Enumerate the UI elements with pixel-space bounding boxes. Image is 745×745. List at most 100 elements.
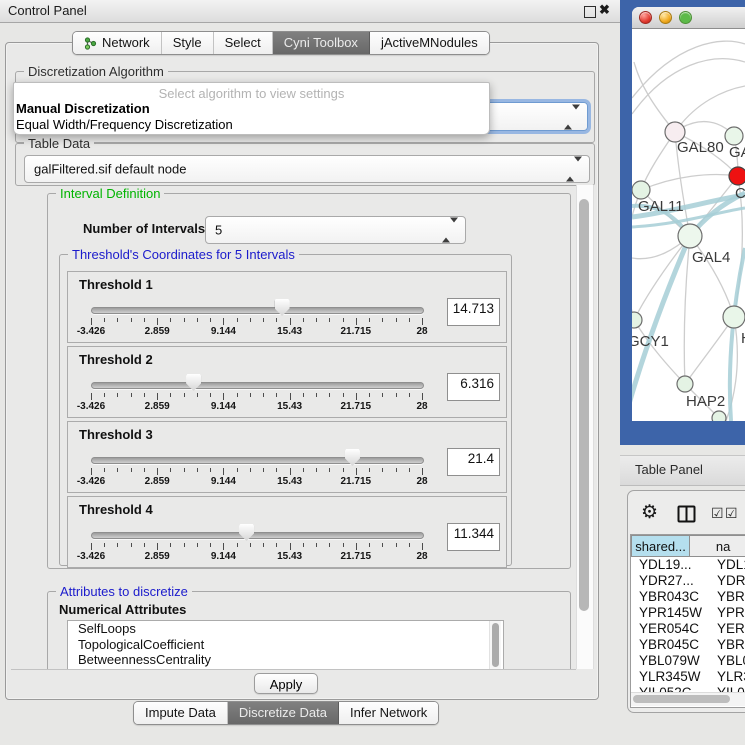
threshold-slider-track[interactable]	[91, 532, 424, 539]
table-row[interactable]: YER054CYER0	[631, 621, 745, 637]
list-item[interactable]: SelfLoops	[68, 621, 503, 637]
settings-viewport: Interval Definition Number of Intervals …	[11, 185, 576, 670]
network-node-label: H	[741, 330, 745, 347]
table-row[interactable]: YBR043CYBR0	[631, 589, 745, 605]
threshold-label: Threshold 1	[79, 277, 153, 292]
list-item[interactable]: BetweennessCentrality	[68, 652, 503, 668]
tab-impute-data[interactable]: Impute Data	[134, 702, 228, 724]
threshold-value-field[interactable]: 6.316	[447, 373, 500, 401]
group-title: Interval Definition	[56, 186, 164, 201]
table-row[interactable]: YPR145WYPR1	[631, 605, 745, 621]
network-canvas[interactable]: GAL80GACGAL11GAL4GCY1HHAP2	[632, 29, 745, 421]
table-panel-title: Table Panel	[635, 462, 703, 477]
network-node-gcy1[interactable]	[632, 312, 642, 328]
table-cell: YDR2	[707, 573, 745, 589]
threshold-slider-track[interactable]	[91, 307, 424, 314]
table-row[interactable]: YDR27...YDR2	[631, 573, 745, 589]
minimize-traffic-light[interactable]	[659, 11, 672, 24]
algorithm-option[interactable]: Manual Discretization	[14, 101, 489, 117]
tab-label: jActiveMNodules	[381, 32, 478, 54]
control-panel-tab-strip: Network Style Select Cyni Toolbox jActiveMNo…	[72, 31, 490, 55]
list-scrollbar[interactable]	[489, 621, 501, 670]
float-window-icon[interactable]	[584, 6, 596, 18]
cyni-bottom-tab-strip: Impute Data Discretize DataInfer Network	[133, 701, 439, 725]
threshold-label: Threshold 3	[79, 427, 153, 442]
table-header-row: shared...na	[631, 535, 745, 557]
tab-discretize-data[interactable]: Discretize Data	[228, 702, 339, 724]
table-cell: YBR0	[707, 589, 745, 605]
zoom-traffic-light[interactable]	[679, 11, 692, 24]
network-node-red-node[interactable]	[729, 167, 745, 185]
scrollbar-thumb[interactable]	[633, 695, 730, 703]
close-traffic-light[interactable]	[639, 11, 652, 24]
network-node-bottom-node[interactable]	[712, 411, 726, 421]
checkbox-icon[interactable]: ☑	[711, 505, 724, 522]
list-item[interactable]: TopologicalCoefficient	[68, 637, 503, 653]
column-header[interactable]: na	[690, 535, 745, 557]
tab-select[interactable]: Select	[214, 32, 273, 54]
gear-icon[interactable]: ⚙	[641, 501, 658, 524]
threshold-label: Threshold 2	[79, 352, 153, 367]
number-of-intervals-combo[interactable]: 5	[205, 216, 466, 244]
tab-infer-network[interactable]: Infer Network	[339, 702, 438, 724]
threshold-panel: Threshold 2-3.4262.8599.14415.4321.71528…	[67, 346, 507, 418]
tab-network[interactable]: Network	[73, 32, 162, 54]
screenshot-root: Control Panel ✖ NetworkStyleSelectCyni T…	[0, 0, 745, 745]
network-node-label: C	[735, 185, 745, 202]
tab-label: Impute Data	[145, 702, 216, 724]
tab-cyni-toolbox[interactable]: Cyni Toolbox	[273, 32, 370, 54]
threshold-panel: Threshold 3 -3.4262.8599.14415.4321.71528…	[67, 421, 507, 493]
table-row[interactable]: YIL052CYIL0	[631, 685, 745, 692]
dropdown-prompt: Select algorithm to view settings	[14, 83, 489, 101]
number-of-intervals-label: Number of Intervals	[83, 221, 205, 236]
threshold-slider-track[interactable]	[91, 382, 424, 389]
table-row[interactable]: YBL079WYBL0	[631, 653, 745, 669]
slider-tick-labels: -3.4262.8599.14415.4321.71528	[91, 476, 422, 488]
table-cell: YBL079W	[631, 653, 707, 669]
table-data-combo[interactable]: galFiltered.sif default node	[24, 155, 590, 183]
threshold-value-field[interactable]: 11.344	[447, 523, 500, 551]
threshold-value-field[interactable]: 21.4	[447, 448, 500, 476]
table-cell: YDL1	[707, 557, 745, 573]
network-node-h-node[interactable]	[723, 306, 745, 328]
columns-icon[interactable]	[677, 505, 696, 528]
group-title: Attributes to discretize	[56, 584, 192, 599]
algorithm-dropdown-popup: Select algorithm to view settings Manual…	[13, 82, 490, 135]
close-icon[interactable]: ✖	[599, 2, 610, 18]
table-row[interactable]: YDL19...YDL1	[631, 557, 745, 573]
interval-definition-group: Interval Definition Number of Intervals …	[47, 193, 571, 569]
network-node-top-right[interactable]	[725, 127, 743, 145]
tab-jactivemnodules[interactable]: jActiveMNodules	[370, 32, 489, 54]
table-cell: YDL19...	[631, 557, 707, 573]
table-row[interactable]: YLR345WYLR3	[631, 669, 745, 685]
scrollbar-thumb[interactable]	[492, 623, 499, 667]
table-cell: YPR145W	[631, 605, 707, 621]
tab-style[interactable]: Style	[162, 32, 214, 54]
scrollbar-thumb[interactable]	[579, 199, 589, 611]
table-hscrollbar[interactable]	[631, 692, 745, 706]
threshold-value-field[interactable]: 14.713	[447, 298, 500, 326]
threshold-slider-track[interactable]	[91, 457, 424, 464]
table-row[interactable]: YBR045CYBR0	[631, 637, 745, 653]
apply-button[interactable]: Apply	[254, 673, 318, 694]
table-panel-titlebar: Table Panel	[620, 455, 745, 486]
numerical-attributes-label: Numerical Attributes	[59, 602, 186, 617]
network-node-gal4[interactable]	[678, 224, 702, 248]
checkbox-icon[interactable]: ☑	[725, 505, 738, 522]
network-node-label: GAL4	[692, 249, 730, 266]
tab-label: Style	[173, 32, 202, 54]
column-header[interactable]: shared...	[631, 535, 690, 557]
panel-scrollbar[interactable]	[576, 185, 594, 669]
combo-arrows-icon	[566, 162, 582, 177]
table-cell: YBR0	[707, 637, 745, 653]
network-node-label: GAL11	[638, 198, 684, 215]
algorithm-option[interactable]: Equal Width/Frequency Discretization	[14, 117, 489, 133]
tab-label: Select	[225, 32, 261, 54]
network-node-gal11[interactable]	[632, 181, 650, 199]
network-window-titlebar	[632, 7, 745, 29]
table-cell: YPR1	[707, 605, 745, 621]
numerical-attributes-list[interactable]: SelfLoopsTopologicalCoefficientBetweenne…	[67, 620, 504, 670]
network-node-hap2[interactable]	[677, 376, 693, 392]
attributes-group: Attributes to discretize Numerical Attri…	[47, 591, 571, 670]
cyni-toolbox-panel: Discretization Algorithm Select algorith…	[5, 42, 599, 700]
